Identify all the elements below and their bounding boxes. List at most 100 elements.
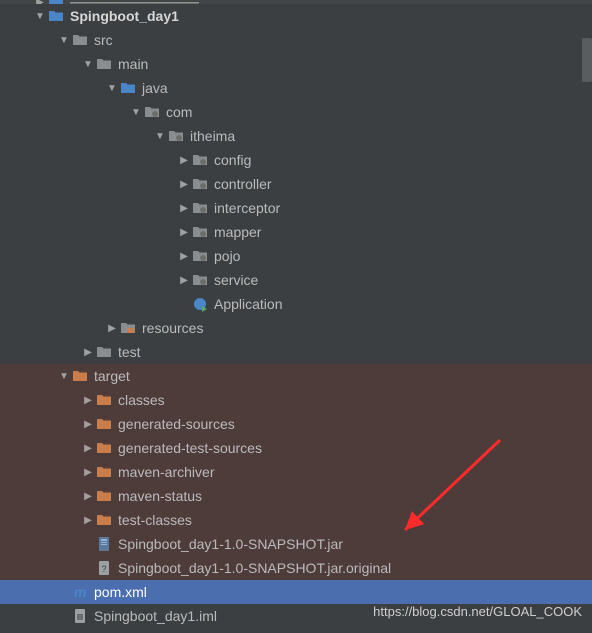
tree-row[interactable]: ▶mpom.xml — [0, 580, 592, 604]
tree-row[interactable]: ▶ maven-status — [0, 484, 592, 508]
chevron-right-icon[interactable]: ▶ — [104, 320, 120, 336]
tree-label: mapper — [214, 224, 261, 240]
chevron-right-icon[interactable]: ▶ — [176, 176, 192, 192]
file-unknown-icon: ? — [96, 560, 112, 576]
tree-label: com — [166, 104, 192, 120]
chevron-right-icon[interactable]: ▶ — [176, 200, 192, 216]
tree-label: service — [214, 272, 258, 288]
tree-label: resources — [142, 320, 203, 336]
folder-orange-icon — [96, 488, 112, 504]
package-icon — [192, 176, 208, 192]
tree-row[interactable]: ▶?Spingboot_day1-1.0-SNAPSHOT.jar.origin… — [0, 556, 592, 580]
svg-text:?: ? — [101, 564, 106, 574]
tree-row[interactable]: ▼ com — [0, 100, 592, 124]
tree-row[interactable]: ▶ service — [0, 268, 592, 292]
tree-row[interactable]: ▶Application — [0, 292, 592, 316]
class-run-icon — [192, 296, 208, 312]
tree-label: target — [94, 368, 130, 384]
tree-label: test — [118, 344, 141, 360]
folder-orange-icon — [96, 392, 112, 408]
chevron-down-icon[interactable]: ▼ — [128, 104, 144, 120]
tree-label: test-classes — [118, 512, 192, 528]
tree-label: Spingboot_day1-1.0-SNAPSHOT.jar.original — [118, 560, 391, 576]
folder-blue-icon — [120, 80, 136, 96]
tree-row[interactable]: ▶ generated-test-sources — [0, 436, 592, 460]
tree-label: Application — [214, 296, 283, 312]
chevron-right-icon[interactable]: ▶ — [80, 440, 96, 456]
tree-row[interactable]: ▼ itheima — [0, 124, 592, 148]
chevron-right-icon[interactable]: ▶ — [80, 512, 96, 528]
folder-orange-icon — [96, 440, 112, 456]
jar-icon — [96, 536, 112, 552]
tree-label: src — [94, 32, 113, 48]
folder-orange-icon — [96, 464, 112, 480]
tree-row[interactable]: ▶ interceptor — [0, 196, 592, 220]
chevron-down-icon[interactable]: ▼ — [104, 80, 120, 96]
tree-row[interactable]: ▶classes — [0, 388, 592, 412]
chevron-right-icon[interactable]: ▶ — [80, 464, 96, 480]
chevron-right-icon[interactable]: ▶ — [80, 488, 96, 504]
package-icon — [192, 152, 208, 168]
tree-label: Spingboot_day1 — [70, 8, 179, 24]
folder-grey-icon — [96, 344, 112, 360]
tree-row[interactable]: ▶ controller — [0, 172, 592, 196]
chevron-right-icon[interactable]: ▶ — [176, 248, 192, 264]
tree-row[interactable]: ▼ src — [0, 28, 592, 52]
chevron-down-icon[interactable]: ▼ — [56, 368, 72, 384]
package-icon — [192, 248, 208, 264]
tree-row[interactable]: ▼ java — [0, 76, 592, 100]
tree-label: generated-test-sources — [118, 440, 262, 456]
tree-row[interactable]: ▶ mapper — [0, 220, 592, 244]
tree-row[interactable]: ▶Spingboot_day1.iml — [0, 604, 592, 628]
package-icon — [168, 128, 184, 144]
tree-label: ───────────── — [70, 0, 199, 4]
package-icon — [144, 104, 160, 120]
scrollbar[interactable] — [582, 38, 592, 82]
tree-row[interactable]: ▶ config — [0, 148, 592, 172]
tree-label: maven-status — [118, 488, 202, 504]
iml-icon — [72, 608, 88, 624]
chevron-right-icon[interactable]: ▶ — [176, 224, 192, 240]
svg-text:m: m — [74, 584, 86, 600]
tree-row[interactable]: ▼ target — [0, 364, 592, 388]
chevron-right-icon[interactable]: ▶ — [80, 344, 96, 360]
tree-label: java — [142, 80, 168, 96]
maven-icon: m — [72, 584, 88, 600]
folder-orange-icon — [96, 416, 112, 432]
tree-row[interactable]: ▶ resources — [0, 316, 592, 340]
tree-row[interactable]: ▶ maven-archiver — [0, 460, 592, 484]
package-icon — [192, 224, 208, 240]
tree-row[interactable]: ▶ test-classes — [0, 508, 592, 532]
tree-label: maven-archiver — [118, 464, 214, 480]
tree-label: controller — [214, 176, 272, 192]
chevron-right-icon[interactable]: ▶ — [32, 0, 48, 4]
project-tree[interactable]: ▶─────────────▼Spingboot_day1▼src▼main▼j… — [0, 0, 592, 628]
package-icon — [192, 200, 208, 216]
tree-row[interactable]: ▼ Spingboot_day1 — [0, 4, 592, 28]
chevron-down-icon[interactable]: ▼ — [80, 56, 96, 72]
tree-label: itheima — [190, 128, 235, 144]
chevron-down-icon[interactable]: ▼ — [152, 128, 168, 144]
tree-row[interactable]: ▶pojo — [0, 244, 592, 268]
chevron-right-icon[interactable]: ▶ — [176, 152, 192, 168]
folder-orange-icon — [96, 512, 112, 528]
tree-label: interceptor — [214, 200, 280, 216]
folder-resources-icon — [120, 320, 136, 336]
tree-label: Spingboot_day1-1.0-SNAPSHOT.jar — [118, 536, 343, 552]
tree-row[interactable]: ▼main — [0, 52, 592, 76]
folder-blue-icon — [48, 8, 64, 24]
chevron-right-icon[interactable]: ▶ — [80, 392, 96, 408]
folder-grey-icon — [96, 56, 112, 72]
folder-grey-icon — [72, 32, 88, 48]
tree-label: config — [214, 152, 251, 168]
chevron-right-icon[interactable]: ▶ — [176, 272, 192, 288]
tree-row[interactable]: ▶Spingboot_day1-1.0-SNAPSHOT.jar — [0, 532, 592, 556]
tree-label: pom.xml — [94, 584, 147, 600]
tree-row[interactable]: ▶ test — [0, 340, 592, 364]
chevron-down-icon[interactable]: ▼ — [32, 8, 48, 24]
package-icon — [192, 272, 208, 288]
tree-row[interactable]: ▶generated-sources — [0, 412, 592, 436]
chevron-right-icon[interactable]: ▶ — [80, 416, 96, 432]
chevron-down-icon[interactable]: ▼ — [56, 32, 72, 48]
folder-blue-icon — [48, 0, 64, 4]
